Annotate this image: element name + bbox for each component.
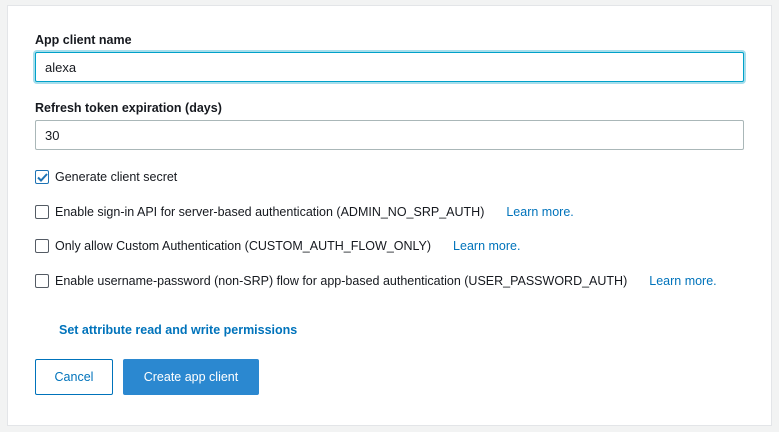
learn-more-link-admin-no-srp[interactable]: Learn more. [506,205,573,219]
option-generate-client-secret[interactable]: Generate client secret [35,170,177,184]
user-password-auth-checkbox[interactable] [35,274,49,288]
app-client-name-input[interactable] [35,52,744,82]
custom-auth-flow-only-checkbox[interactable] [35,239,49,253]
learn-more-link-custom-auth[interactable]: Learn more. [453,239,520,253]
user-password-auth-label: Enable username-password (non-SRP) flow … [55,274,628,288]
set-attribute-permissions-link[interactable]: Set attribute read and write permissions [59,323,297,337]
generate-client-secret-label: Generate client secret [55,170,178,184]
app-client-form-panel: App client name Refresh token expiration… [7,5,772,426]
admin-no-srp-auth-checkbox[interactable] [35,205,49,219]
refresh-token-expiration-input[interactable] [35,120,744,150]
option-user-password-auth[interactable]: Enable username-password (non-SRP) flow … [35,274,717,288]
app-client-name-label: App client name [35,33,132,47]
generate-client-secret-checkbox[interactable] [35,170,49,184]
checkmark-icon [36,172,48,182]
custom-auth-flow-only-label: Only allow Custom Authentication (CUSTOM… [55,239,432,253]
create-app-client-button[interactable]: Create app client [123,359,259,395]
option-custom-auth-flow-only[interactable]: Only allow Custom Authentication (CUSTOM… [35,239,520,253]
option-admin-no-srp-auth[interactable]: Enable sign-in API for server-based auth… [35,205,574,219]
admin-no-srp-auth-label: Enable sign-in API for server-based auth… [55,205,485,219]
refresh-token-expiration-label: Refresh token expiration (days) [35,101,222,115]
cancel-button[interactable]: Cancel [35,359,113,395]
learn-more-link-user-password[interactable]: Learn more. [649,274,716,288]
